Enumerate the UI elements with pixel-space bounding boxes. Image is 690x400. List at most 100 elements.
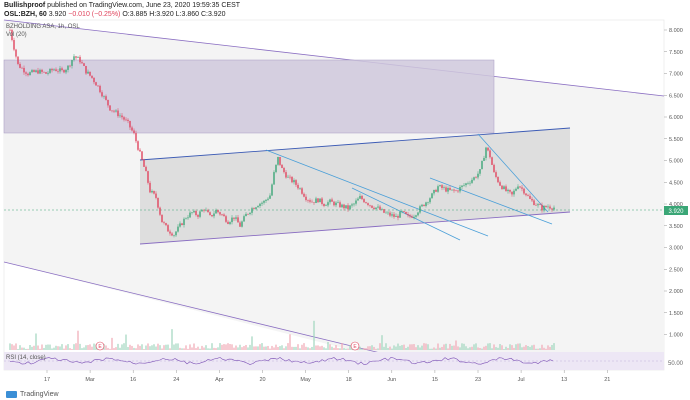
volume-bar — [377, 348, 379, 350]
candle-body — [483, 157, 485, 161]
volume-bar — [303, 343, 305, 350]
candle-body — [439, 185, 441, 187]
volume-bar — [365, 348, 367, 350]
candle-body — [547, 206, 549, 208]
candle-body — [185, 218, 187, 219]
volume-bar — [151, 345, 153, 350]
volume-bar — [209, 348, 211, 350]
volume-bar — [315, 345, 317, 350]
candle-body — [255, 207, 257, 210]
candle-body — [271, 184, 273, 196]
candle-body — [217, 209, 219, 213]
candle-body — [195, 211, 197, 216]
candle-body — [543, 205, 545, 211]
candle-body — [15, 49, 17, 57]
volume-bar — [135, 348, 137, 350]
volume-bar — [299, 348, 301, 350]
candle-body — [503, 186, 505, 190]
candle-body — [113, 110, 115, 112]
volume-bar — [327, 342, 329, 350]
candle-body — [279, 156, 281, 165]
candle-body — [253, 208, 255, 210]
earnings-marker-2[interactable]: E — [350, 341, 360, 351]
volume-bar — [427, 344, 429, 350]
candle-body — [415, 215, 417, 217]
candle-body — [209, 212, 211, 216]
volume-bar — [77, 330, 79, 350]
volume-bar — [139, 345, 141, 350]
candle-body — [459, 186, 461, 192]
volume-bar — [421, 345, 423, 350]
candle-body — [203, 209, 205, 211]
candle-body — [67, 65, 69, 70]
volume-bar — [131, 345, 133, 350]
candle-body — [391, 214, 393, 216]
volume-bar — [279, 346, 281, 350]
candle-body — [467, 183, 469, 184]
volume-bar — [109, 348, 111, 350]
candle-body — [213, 213, 215, 217]
candle-body — [101, 92, 103, 97]
candle-body — [365, 202, 367, 204]
candle-body — [353, 203, 355, 205]
candle-body — [337, 202, 339, 203]
candle-body — [91, 75, 93, 78]
volume-bar — [483, 346, 485, 350]
candle-body — [409, 215, 411, 217]
volume-bar — [17, 348, 19, 350]
y-tick-label: 6.500 — [669, 93, 683, 99]
volume-bar — [241, 347, 243, 350]
legend-main: BZHOLDING ASA, 1h, OSL — [6, 24, 80, 30]
candle-body — [351, 204, 353, 206]
volume-bar — [419, 347, 421, 350]
volume-bar — [497, 347, 499, 350]
candle-body — [177, 226, 179, 232]
volume-bar — [117, 343, 119, 350]
candle-body — [9, 30, 11, 31]
volume-bar — [125, 334, 127, 350]
candle-body — [51, 68, 53, 71]
candle-body — [535, 205, 537, 206]
time-axis[interactable]: 17 Mar 16 24 Apr 20 May 18 Jun 15 23 Jul 13 21 — [44, 370, 610, 383]
candle-body — [131, 127, 133, 131]
candle-body — [117, 110, 119, 117]
candle-body — [309, 200, 311, 202]
x-tick-label: Mar — [85, 377, 95, 383]
volume-bar — [467, 348, 469, 350]
price-axis[interactable]: 8.000 7.500 7.000 6.500 6.000 5.500 5.000 4.500… — [664, 28, 683, 339]
candle-body — [397, 215, 399, 218]
volume-bar — [285, 346, 287, 350]
candle-body — [529, 195, 531, 199]
candle-body — [141, 151, 143, 160]
volume-bar — [171, 329, 173, 350]
volume-bar — [23, 347, 25, 350]
earnings-marker-1[interactable]: E — [95, 341, 105, 351]
volume-bar — [541, 344, 543, 350]
candle-body — [413, 216, 415, 218]
volume-bar — [281, 345, 283, 350]
volume-bar — [289, 334, 291, 350]
volume-bar — [287, 343, 289, 350]
volume-bar — [487, 343, 489, 350]
volume-bar — [107, 347, 109, 350]
candle-body — [239, 222, 241, 227]
candle-body — [429, 198, 431, 203]
volume-bar — [205, 345, 207, 350]
candle-body — [325, 205, 327, 207]
candle-body — [461, 185, 463, 187]
candle-body — [31, 70, 33, 73]
candle-body — [317, 198, 319, 203]
volume-bar — [173, 344, 175, 350]
candle-body — [303, 193, 305, 197]
brand-label[interactable]: TradingView — [20, 391, 59, 398]
volume-bar — [339, 348, 341, 350]
candle-body — [545, 205, 547, 208]
candle-body — [389, 212, 391, 216]
candle-body — [549, 206, 551, 209]
volume-bar — [243, 346, 245, 350]
price-chart[interactable]: 8.000 7.500 7.000 6.500 6.000 5.500 5.000 4.500… — [0, 0, 690, 400]
volume-bar — [211, 343, 213, 350]
volume-bar — [335, 345, 337, 350]
volume-bar — [185, 345, 187, 350]
volume-bar — [127, 347, 129, 350]
